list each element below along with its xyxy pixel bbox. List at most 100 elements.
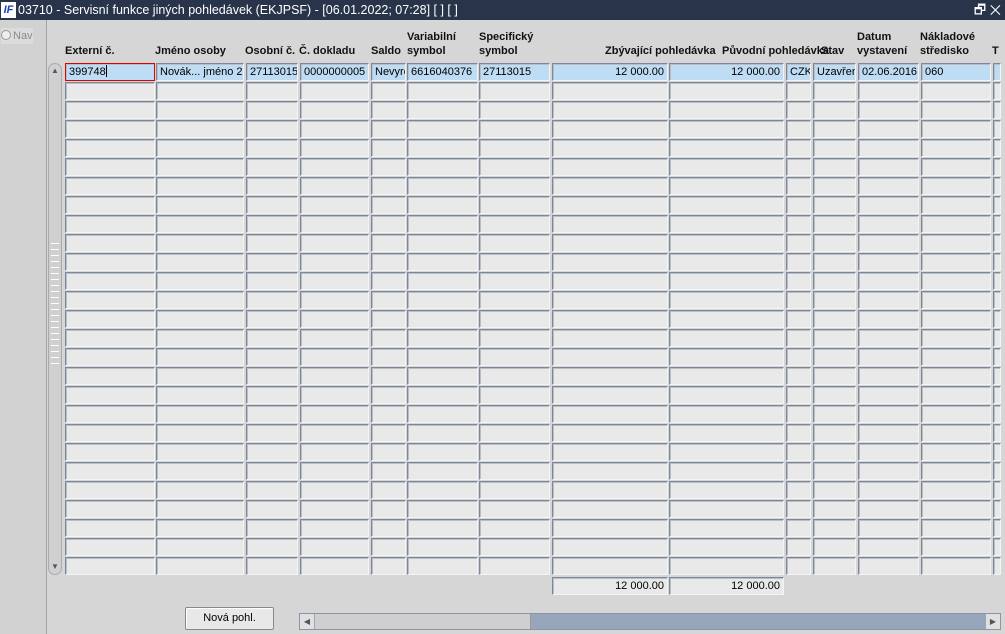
cell-ss[interactable]	[479, 215, 550, 233]
cell-saldo[interactable]	[371, 253, 406, 271]
cell-osobni[interactable]	[246, 158, 298, 176]
cell-osobni[interactable]: 27113015	[246, 63, 298, 81]
cell-datum[interactable]	[858, 234, 919, 252]
cell-osobni[interactable]	[246, 329, 298, 347]
cell-doklad[interactable]	[300, 272, 369, 290]
cell-t[interactable]	[993, 101, 1001, 119]
cell-mena[interactable]	[786, 500, 811, 518]
cell-ext[interactable]	[65, 405, 155, 423]
cell-ext[interactable]	[65, 481, 155, 499]
cell-t[interactable]	[993, 158, 1001, 176]
cell-stred[interactable]	[921, 82, 991, 100]
cell-saldo[interactable]	[371, 120, 406, 138]
cell-datum[interactable]	[858, 519, 919, 537]
cell-stav[interactable]	[813, 253, 856, 271]
cell-puv[interactable]	[669, 253, 784, 271]
cell-stav[interactable]	[813, 405, 856, 423]
cell-name[interactable]	[156, 538, 244, 556]
cell-stred[interactable]	[921, 139, 991, 157]
cell-puv[interactable]	[669, 82, 784, 100]
cell-osobni[interactable]	[246, 386, 298, 404]
cell-datum[interactable]	[858, 177, 919, 195]
cell-saldo[interactable]	[371, 348, 406, 366]
cell-name[interactable]	[156, 348, 244, 366]
cell-osobni[interactable]	[246, 177, 298, 195]
cell-doklad[interactable]	[300, 120, 369, 138]
cell-stred[interactable]	[921, 386, 991, 404]
cell-datum[interactable]	[858, 101, 919, 119]
cell-t[interactable]	[993, 196, 1001, 214]
cell-t[interactable]	[993, 329, 1001, 347]
cell-t[interactable]	[993, 177, 1001, 195]
cell-vs[interactable]	[407, 424, 478, 442]
cell-name[interactable]	[156, 481, 244, 499]
cell-zbyv[interactable]	[552, 348, 668, 366]
cell-vs[interactable]	[407, 538, 478, 556]
cell-vs[interactable]	[407, 386, 478, 404]
cell-stred[interactable]	[921, 272, 991, 290]
cell-stred[interactable]	[921, 538, 991, 556]
restore-icon[interactable]: 🗗	[974, 2, 986, 17]
cell-mena[interactable]	[786, 215, 811, 233]
cell-name[interactable]	[156, 158, 244, 176]
cell-stav[interactable]	[813, 82, 856, 100]
cell-ss[interactable]	[479, 158, 550, 176]
cell-zbyv[interactable]	[552, 462, 668, 480]
cell-vs[interactable]	[407, 215, 478, 233]
cell-doklad[interactable]	[300, 538, 369, 556]
cell-puv[interactable]	[669, 196, 784, 214]
cell-stred[interactable]: 060	[921, 63, 991, 81]
cell-zbyv[interactable]	[552, 481, 668, 499]
cell-datum[interactable]	[858, 139, 919, 157]
cell-ss[interactable]	[479, 348, 550, 366]
cell-doklad[interactable]	[300, 101, 369, 119]
cell-osobni[interactable]	[246, 481, 298, 499]
cell-doklad[interactable]	[300, 310, 369, 328]
cell-datum[interactable]	[858, 462, 919, 480]
cell-ext[interactable]: 399748	[65, 63, 155, 81]
cell-t[interactable]	[993, 120, 1001, 138]
cell-ss[interactable]	[479, 481, 550, 499]
cell-stred[interactable]	[921, 234, 991, 252]
cell-puv[interactable]	[669, 481, 784, 499]
cell-osobni[interactable]	[246, 519, 298, 537]
cell-stred[interactable]	[921, 462, 991, 480]
cell-saldo[interactable]	[371, 367, 406, 385]
cell-osobni[interactable]	[246, 234, 298, 252]
cell-puv[interactable]	[669, 120, 784, 138]
cell-stred[interactable]	[921, 120, 991, 138]
cell-zbyv[interactable]	[552, 443, 668, 461]
cell-ext[interactable]	[65, 557, 155, 575]
cell-t[interactable]	[993, 443, 1001, 461]
cell-datum[interactable]	[858, 443, 919, 461]
cell-datum[interactable]	[858, 158, 919, 176]
cell-doklad[interactable]	[300, 329, 369, 347]
cell-stred[interactable]	[921, 557, 991, 575]
cell-t[interactable]	[993, 139, 1001, 157]
cell-stav[interactable]	[813, 177, 856, 195]
cell-mena[interactable]	[786, 196, 811, 214]
cell-ext[interactable]	[65, 443, 155, 461]
cell-puv[interactable]	[669, 538, 784, 556]
cell-name[interactable]	[156, 82, 244, 100]
cell-saldo[interactable]	[371, 291, 406, 309]
cell-puv[interactable]	[669, 367, 784, 385]
cell-t[interactable]	[993, 253, 1001, 271]
cell-zbyv[interactable]	[552, 120, 668, 138]
cell-zbyv[interactable]	[552, 291, 668, 309]
cell-ss[interactable]	[479, 310, 550, 328]
cell-osobni[interactable]	[246, 500, 298, 518]
close-icon[interactable]: ✕	[990, 2, 1001, 17]
cell-stred[interactable]	[921, 500, 991, 518]
cell-puv[interactable]	[669, 443, 784, 461]
cell-stred[interactable]	[921, 215, 991, 233]
cell-osobni[interactable]	[246, 538, 298, 556]
cell-puv[interactable]	[669, 234, 784, 252]
cell-puv[interactable]	[669, 158, 784, 176]
cell-mena[interactable]	[786, 519, 811, 537]
cell-mena[interactable]	[786, 82, 811, 100]
cell-stav[interactable]	[813, 538, 856, 556]
cell-t[interactable]	[993, 424, 1001, 442]
cell-datum[interactable]	[858, 538, 919, 556]
cell-doklad[interactable]	[300, 519, 369, 537]
